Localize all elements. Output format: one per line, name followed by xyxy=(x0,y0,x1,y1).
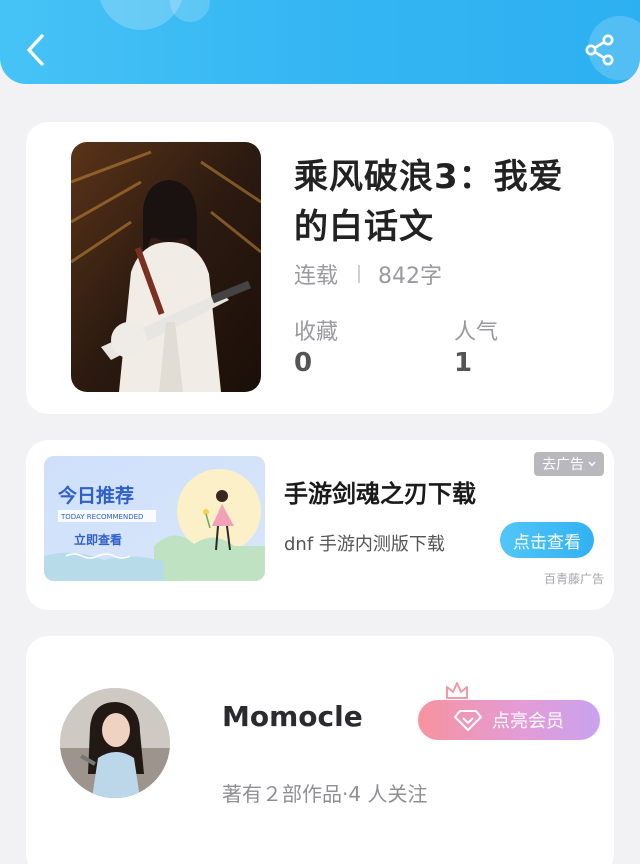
author-card: Momocle 点亮会员 著有２部作品·4 人关注 xyxy=(26,636,614,864)
book-meta: 连载 842字 xyxy=(294,258,442,290)
author-name[interactable]: Momocle xyxy=(222,700,363,733)
membership-label: 点亮会员 xyxy=(492,711,564,732)
top-header xyxy=(0,0,640,84)
ad-subtitle: dnf 手游内测版下载 xyxy=(284,534,445,555)
ad-source-label: 百青藤广告 xyxy=(543,572,604,586)
activate-membership-button[interactable]: 点亮会员 xyxy=(418,700,600,740)
ad-banner-headline: 今日推荐 xyxy=(57,484,134,507)
crown-icon xyxy=(444,680,470,702)
share-icon xyxy=(585,34,614,66)
book-cover-image[interactable] xyxy=(71,142,261,392)
share-button[interactable] xyxy=(580,30,620,70)
chevron-left-icon xyxy=(27,34,44,66)
back-button[interactable] xyxy=(18,30,52,70)
ad-banner-tagline: TODAY RECOMMENDED xyxy=(60,513,143,521)
remove-ad-button[interactable]: 去广告 xyxy=(534,452,604,476)
ad-card[interactable]: 今日推荐 TODAY RECOMMENDED 立即查看 手游剑魂之刃下载 dnf… xyxy=(26,440,614,610)
book-info-card: 乘风破浪3：我爱的白话文 连载 842字 收藏 0 人气 1 xyxy=(26,122,614,414)
author-stats: 著有２部作品·4 人关注 xyxy=(222,782,428,806)
meta-divider xyxy=(358,265,361,283)
word-count: 842字 xyxy=(378,264,443,289)
ad-view-button[interactable]: 点击查看 xyxy=(500,522,594,558)
chevron-down-icon xyxy=(588,461,596,467)
author-avatar[interactable] xyxy=(60,688,170,798)
popularity-label: 人气 xyxy=(454,320,499,345)
decorative-bubble xyxy=(170,0,210,22)
ad-title[interactable]: 手游剑魂之刃下载 xyxy=(284,474,476,509)
diamond-icon xyxy=(454,710,482,731)
favorites-label: 收藏 xyxy=(294,320,339,345)
favorites-count: 0 xyxy=(294,348,313,378)
book-title: 乘风破浪3：我爱的白话文 xyxy=(294,157,564,247)
ad-banner-button: 立即查看 xyxy=(74,532,122,547)
serial-status: 连载 xyxy=(294,264,339,289)
popularity-count: 1 xyxy=(454,348,473,378)
ad-banner-image[interactable]: 今日推荐 TODAY RECOMMENDED 立即查看 xyxy=(44,456,265,581)
remove-ad-label: 去广告 xyxy=(542,457,584,473)
